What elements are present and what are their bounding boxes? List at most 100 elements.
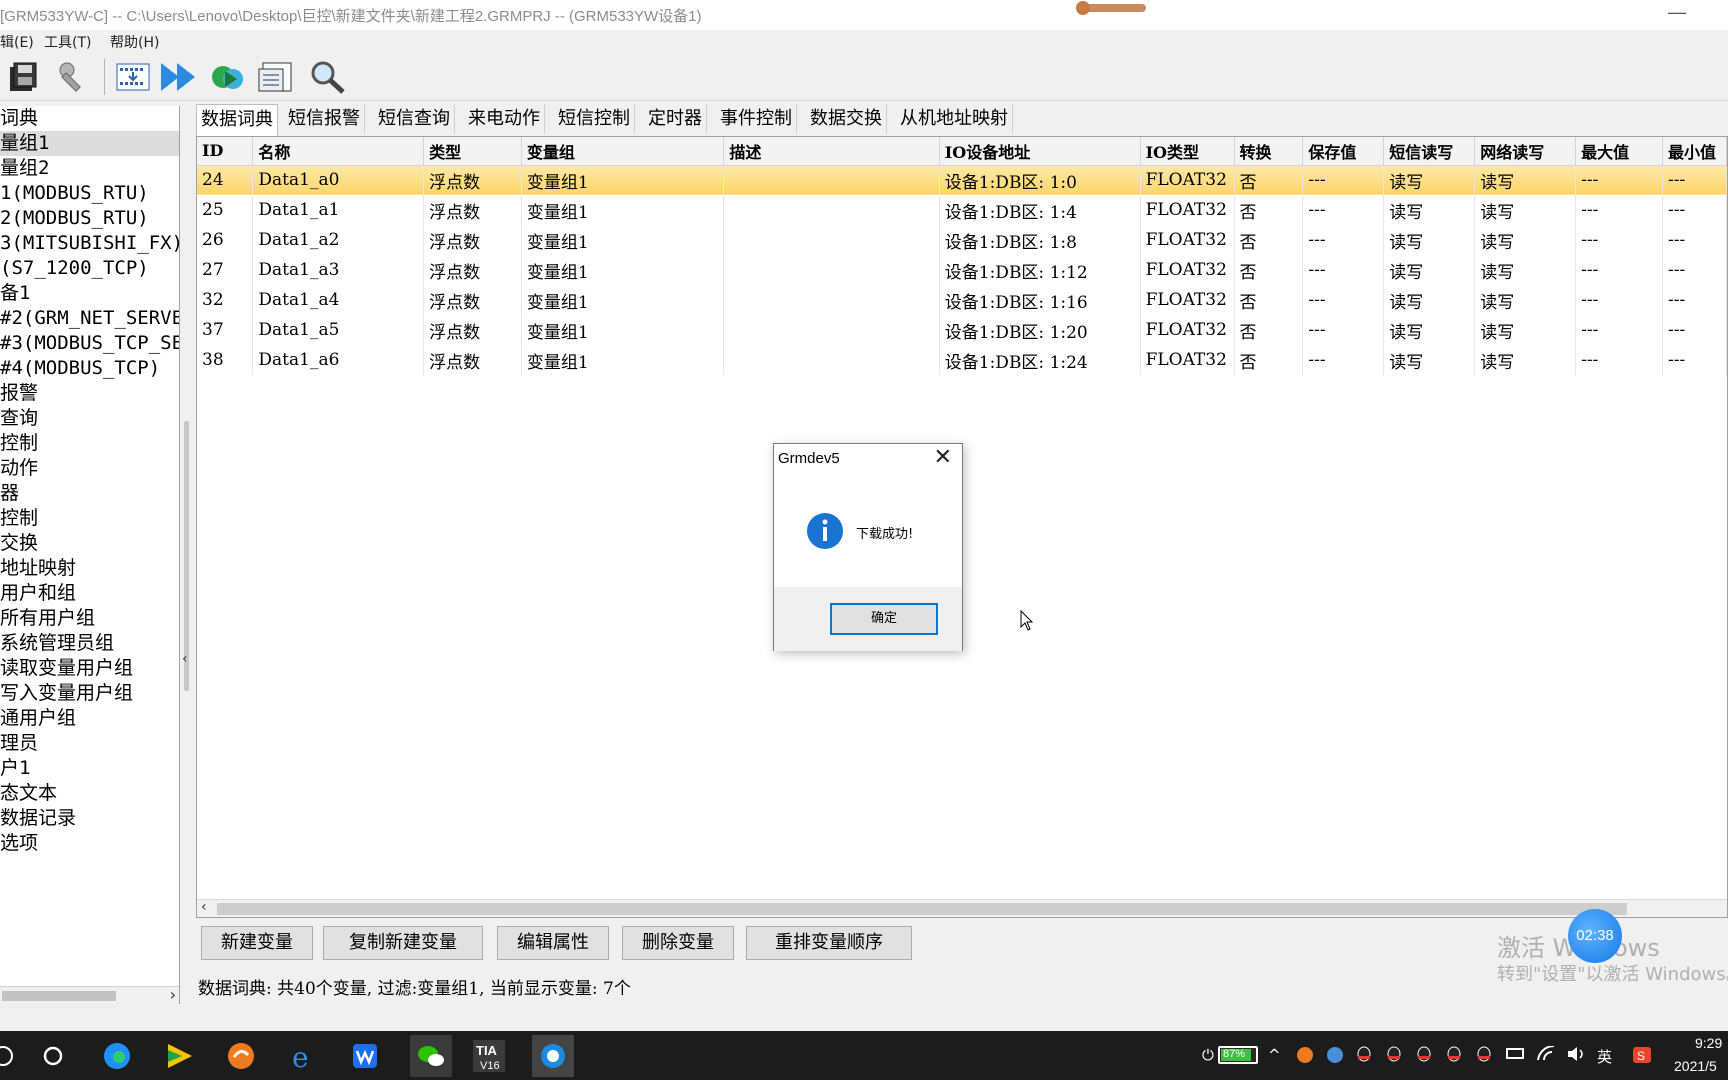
- column-header[interactable]: 最大值: [1575, 137, 1663, 166]
- qq-icon[interactable]: [1416, 1046, 1432, 1068]
- media-player-icon[interactable]: [162, 1039, 196, 1073]
- column-header[interactable]: 变量组: [521, 137, 725, 166]
- tray-network-app-icon[interactable]: [1326, 1046, 1344, 1068]
- table-row[interactable]: 37 Data1_a5 浮点数 变量组1 设备1:DB区: 1:20 FLOAT32 否 --…: [197, 315, 1727, 345]
- new-variable-button[interactable]: 新建变量: [201, 926, 313, 960]
- chevron-up-icon[interactable]: ^: [1268, 1046, 1281, 1064]
- menu-tools[interactable]: 工具(T): [44, 32, 91, 52]
- qq-icon[interactable]: [1356, 1046, 1372, 1068]
- compile-icon[interactable]: [112, 57, 154, 97]
- tree-node[interactable]: 户1: [0, 756, 179, 781]
- tree-node[interactable]: 1(MODBUS_RTU): [0, 181, 179, 206]
- tree-node[interactable]: 动作: [0, 456, 179, 481]
- table-row[interactable]: 32 Data1_a4 浮点数 变量组1 设备1:DB区: 1:16 FLOAT32 否 --…: [197, 285, 1727, 315]
- battery-icon[interactable]: 87%: [1218, 1046, 1258, 1064]
- qq-icon[interactable]: [1386, 1046, 1402, 1068]
- tree-node[interactable]: 查询: [0, 406, 179, 431]
- tree-node[interactable]: 量组1: [0, 131, 179, 156]
- panel-splitter[interactable]: ‹: [181, 106, 193, 1004]
- tree-node[interactable]: 报警: [0, 381, 179, 406]
- tab-sms-control[interactable]: 短信控制: [554, 104, 635, 134]
- tree-node[interactable]: 读取变量用户组: [0, 656, 179, 681]
- tree-node[interactable]: 交换: [0, 531, 179, 556]
- column-header[interactable]: 类型: [423, 137, 522, 166]
- column-header[interactable]: 网络读写: [1474, 137, 1577, 166]
- save-icon[interactable]: [2, 57, 44, 97]
- tree-node[interactable]: 理员: [0, 731, 179, 756]
- tree-node[interactable]: 器: [0, 481, 179, 506]
- table-row[interactable]: 38 Data1_a6 浮点数 变量组1 设备1:DB区: 1:24 FLOAT32 否 --…: [197, 345, 1727, 375]
- grmdev-icon[interactable]: [532, 1035, 574, 1077]
- tree-node[interactable]: 通用户组: [0, 706, 179, 731]
- start-icon[interactable]: [0, 1039, 20, 1073]
- tia-portal-icon[interactable]: TIA V16: [472, 1039, 506, 1073]
- tree-node[interactable]: 数据记录: [0, 806, 179, 831]
- taskbar-date[interactable]: 2021/5: [1674, 1058, 1717, 1074]
- scrollbar-thumb[interactable]: [2, 991, 116, 1001]
- table-row[interactable]: 26 Data1_a2 浮点数 变量组1 设备1:DB区: 1:8 FLOAT32 否 ---…: [197, 225, 1727, 255]
- tree-node[interactable]: 写入变量用户组: [0, 681, 179, 706]
- taskbar-time[interactable]: 9:29: [1695, 1035, 1722, 1051]
- column-header[interactable]: ID: [197, 137, 254, 166]
- wifi-icon[interactable]: [1536, 1044, 1556, 1066]
- qq-icon[interactable]: [1476, 1046, 1492, 1068]
- menu-edit[interactable]: 辑(E): [0, 32, 34, 52]
- tree-node[interactable]: #3(MODBUS_TCP_SER: [0, 331, 179, 356]
- search-icon[interactable]: [306, 57, 348, 97]
- cortana-icon[interactable]: [36, 1039, 70, 1073]
- tree-node[interactable]: 词典: [0, 106, 179, 131]
- column-header[interactable]: 保存值: [1302, 137, 1385, 166]
- tree-node[interactable]: 用户和组: [0, 581, 179, 606]
- table-row[interactable]: 27 Data1_a3 浮点数 变量组1 设备1:DB区: 1:12 FLOAT32 否 --…: [197, 255, 1727, 285]
- tree-node[interactable]: 控制: [0, 506, 179, 531]
- volume-slider[interactable]: [1076, 1, 1146, 15]
- table-row[interactable]: 24 Data1_a0 浮点数 变量组1 设备1:DB区: 1:0 FLOAT32 否 ---…: [197, 165, 1727, 195]
- wechat-icon[interactable]: [410, 1035, 452, 1077]
- monitor-icon[interactable]: [256, 57, 298, 97]
- internet-explorer-icon[interactable]: e: [286, 1039, 320, 1073]
- tree-node[interactable]: 3(MITSUBISHI_FX): [0, 231, 179, 256]
- column-header[interactable]: IO类型: [1140, 137, 1235, 166]
- tree-node[interactable]: (S7_1200_TCP): [0, 256, 179, 281]
- app-orange-icon[interactable]: [224, 1039, 258, 1073]
- wrench-icon[interactable]: [52, 57, 94, 97]
- column-header[interactable]: 名称: [252, 137, 425, 166]
- slider-knob[interactable]: [1076, 1, 1090, 15]
- edge-icon[interactable]: [100, 1039, 134, 1073]
- tree-node[interactable]: 备1: [0, 281, 179, 306]
- wps-icon[interactable]: [348, 1039, 382, 1073]
- tree-node[interactable]: #4(MODBUS_TCP): [0, 356, 179, 381]
- column-header[interactable]: 短信读写: [1383, 137, 1476, 166]
- tree-horizontal-scrollbar[interactable]: ›: [0, 985, 179, 1004]
- chevron-left-icon[interactable]: ‹: [182, 651, 188, 667]
- close-icon[interactable]: ✕: [934, 445, 952, 470]
- column-header[interactable]: IO设备地址: [939, 137, 1141, 166]
- tab-call-action[interactable]: 来电动作: [464, 104, 545, 134]
- sogou-input-icon[interactable]: S: [1632, 1046, 1652, 1068]
- tree-node[interactable]: 地址映射: [0, 556, 179, 581]
- minimize-button[interactable]: —: [1668, 2, 1686, 23]
- menu-help[interactable]: 帮助(H): [110, 32, 159, 52]
- tab-timer[interactable]: 定时器: [644, 104, 707, 134]
- download-icon[interactable]: [158, 57, 200, 97]
- delete-variable-button[interactable]: 删除变量: [622, 926, 734, 960]
- power-plug-icon[interactable]: ⏻: [1202, 1046, 1214, 1064]
- tab-event-control[interactable]: 事件控制: [716, 104, 797, 134]
- copy-new-variable-button[interactable]: 复制新建变量: [323, 926, 483, 960]
- reorder-variables-button[interactable]: 重排变量顺序: [746, 926, 912, 960]
- recording-timer-badge[interactable]: 02:38: [1568, 909, 1622, 963]
- tree-node[interactable]: #2(GRM_NET_SERVER: [0, 306, 179, 331]
- table-row[interactable]: 25 Data1_a1 浮点数 变量组1 设备1:DB区: 1:4 FLOAT32 否 ---…: [197, 195, 1727, 225]
- tree-node[interactable]: 态文本: [0, 781, 179, 806]
- chevron-right-icon[interactable]: ›: [170, 985, 176, 1004]
- tab-sms-query[interactable]: 短信查询: [374, 104, 455, 134]
- run-icon[interactable]: [208, 57, 250, 97]
- chevron-left-icon[interactable]: ‹: [201, 899, 207, 915]
- volume-icon[interactable]: [1566, 1046, 1588, 1066]
- tray-orange-icon[interactable]: [1296, 1046, 1314, 1068]
- input-method-indicator[interactable]: 英: [1597, 1046, 1612, 1067]
- qq-icon[interactable]: [1446, 1046, 1462, 1068]
- tree-node[interactable]: 选项: [0, 831, 179, 856]
- tree-node[interactable]: 2(MODBUS_RTU): [0, 206, 179, 231]
- grid-horizontal-scrollbar[interactable]: ‹: [197, 899, 1727, 917]
